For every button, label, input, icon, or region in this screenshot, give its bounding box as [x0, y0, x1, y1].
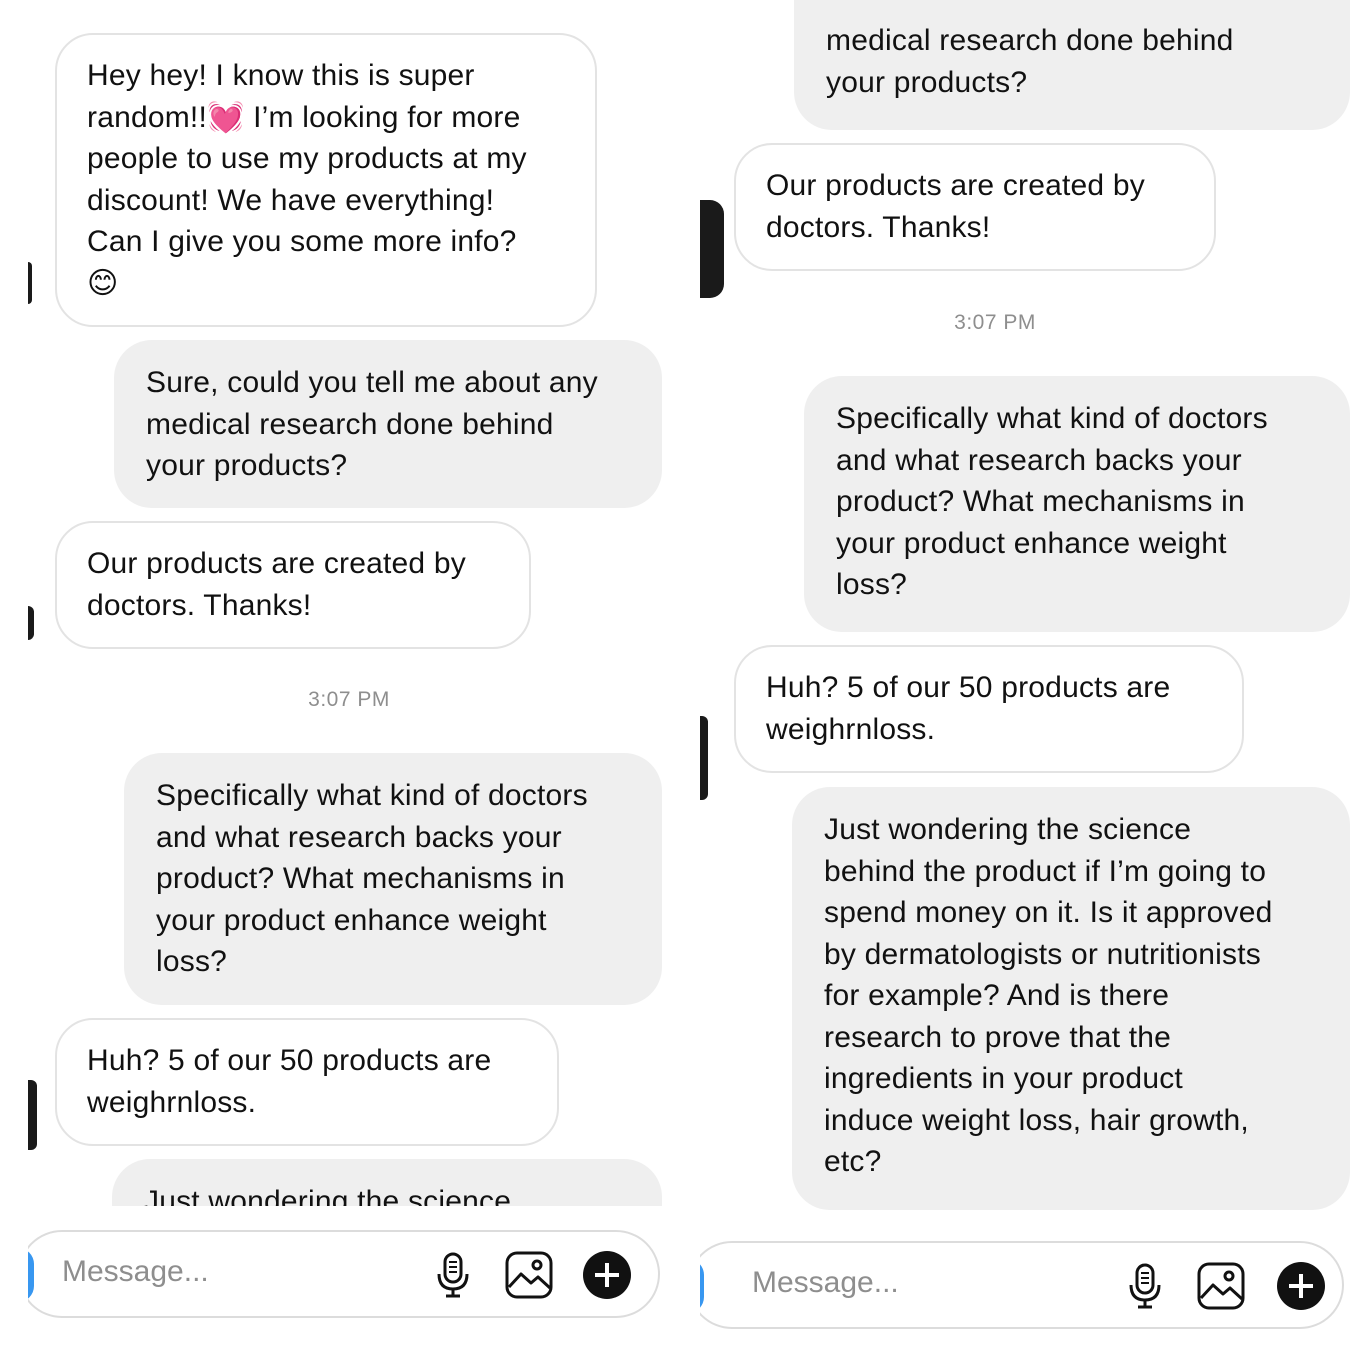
- message-bubble-sent[interactable]: medical research done behind your produc…: [794, 0, 1350, 130]
- message-input[interactable]: Message...: [62, 1255, 209, 1289]
- plus-icon[interactable]: [582, 1250, 632, 1300]
- chat-thread-left: Hey hey! I know this is super random!!💓 …: [28, 0, 670, 1372]
- message-composer[interactable]: Message...: [28, 1230, 660, 1318]
- avatar: [28, 1080, 37, 1150]
- message-bubble-received[interactable]: Huh? 5 of our 50 products are weighrnlos…: [734, 645, 1244, 773]
- message-bubble-received[interactable]: Huh? 5 of our 50 products are weighrnlos…: [55, 1018, 559, 1146]
- message-bubble-sent[interactable]: Sure, could you tell me about any medica…: [114, 340, 662, 508]
- message-bubble-sent[interactable]: Specifically what kind of doctors and wh…: [804, 376, 1350, 632]
- microphone-icon[interactable]: [1120, 1261, 1170, 1311]
- avatar: [28, 262, 32, 304]
- camera-button[interactable]: [28, 1248, 34, 1302]
- plus-icon[interactable]: [1276, 1261, 1326, 1311]
- message-bubble-received[interactable]: Our products are created by doctors. Tha…: [734, 143, 1216, 271]
- gallery-icon[interactable]: [1196, 1261, 1246, 1311]
- chat-thread-right: medical research done behind your produc…: [700, 0, 1350, 1372]
- message-bubble-received[interactable]: Hey hey! I know this is super random!!💓 …: [55, 33, 597, 327]
- avatar: [28, 606, 34, 640]
- timestamp: 3:07 PM: [954, 311, 1036, 334]
- timestamp: 3:07 PM: [308, 688, 390, 711]
- message-input[interactable]: Message...: [752, 1266, 899, 1300]
- avatar: [700, 200, 724, 298]
- microphone-icon[interactable]: [428, 1250, 478, 1300]
- message-bubble-sent[interactable]: Just wondering the science behind the pr…: [792, 787, 1350, 1210]
- message-bubble-received[interactable]: Our products are created by doctors. Tha…: [55, 521, 531, 649]
- avatar: [700, 716, 708, 800]
- message-bubble-sent[interactable]: Specifically what kind of doctors and wh…: [124, 753, 662, 1005]
- message-composer[interactable]: Message...: [700, 1241, 1344, 1329]
- camera-button[interactable]: [700, 1259, 704, 1313]
- gallery-icon[interactable]: [504, 1250, 554, 1300]
